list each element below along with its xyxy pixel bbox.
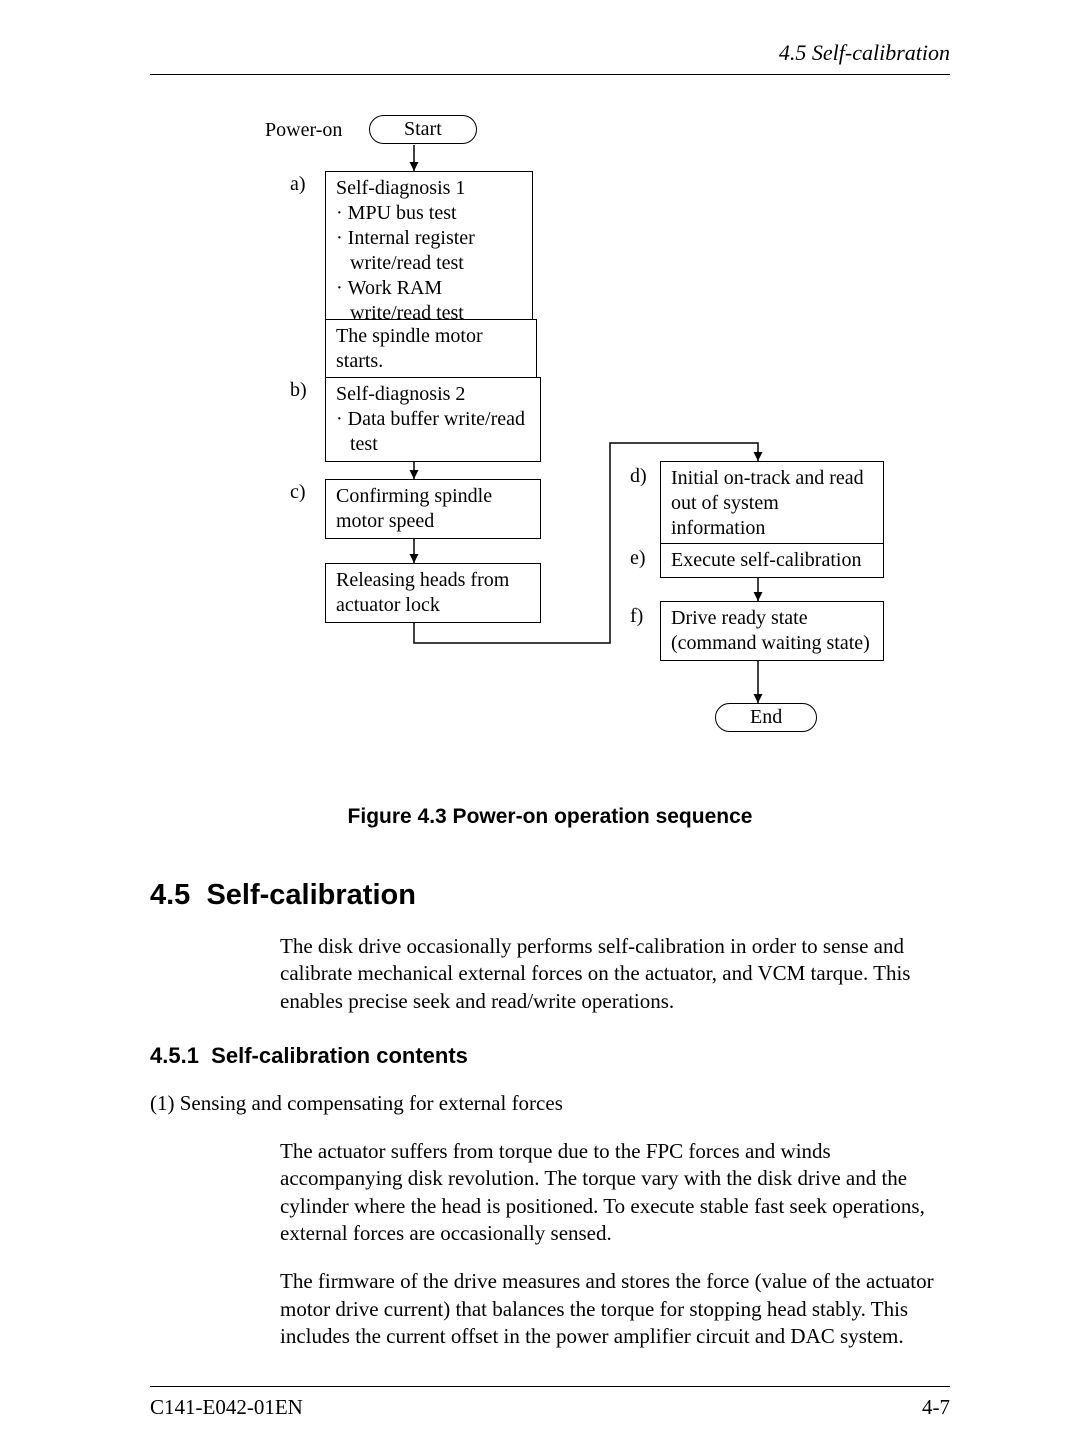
box-confirm-speed: Confirming spindle motor speed (325, 479, 541, 539)
list-item-1-title: (1) Sensing and compensating for externa… (150, 1090, 950, 1117)
list-item-1-para-2: The firmware of the drive measures and s… (280, 1268, 950, 1350)
page-footer: C141-E042-01EN 4-7 (150, 1386, 950, 1420)
label-b: b) (290, 379, 307, 402)
footer-page-number: 4-7 (922, 1395, 950, 1420)
label-f: f) (630, 605, 643, 628)
label-c: c) (290, 481, 306, 504)
label-d: d) (630, 465, 647, 488)
label-a: a) (290, 173, 306, 196)
start-terminal: Start (369, 115, 477, 144)
flowchart: Power-on Start a) Self-diagnosis 1 · MPU… (210, 115, 950, 775)
label-e: e) (630, 547, 646, 570)
section-intro-paragraph: The disk drive occasionally performs sel… (280, 933, 950, 1015)
box-release-heads: Releasing heads from actuator lock (325, 563, 541, 623)
section-heading: 4.5 Self-calibration (150, 879, 950, 912)
running-header: 4.5 Self-calibration (150, 40, 950, 75)
box-initial-ontrack: Initial on-track and read out of system … (660, 461, 884, 546)
box-self-calibration: Execute self-calibration (660, 543, 884, 578)
figure-caption: Figure 4.3 Power-on operation sequence (150, 805, 950, 829)
subsection-heading: 4.5.1 Self-calibration contents (150, 1043, 950, 1069)
box-self-diagnosis-2: Self-diagnosis 2 · Data buffer write/rea… (325, 377, 541, 462)
box-drive-ready: Drive ready state (command waiting state… (660, 601, 884, 661)
footer-doc-id: C141-E042-01EN (150, 1395, 303, 1420)
list-item-1-para-1: The actuator suffers from torque due to … (280, 1138, 950, 1247)
box-self-diagnosis-1: Self-diagnosis 1 · MPU bus test · Intern… (325, 171, 533, 331)
power-on-label: Power-on (265, 119, 342, 142)
box-spindle-starts: The spindle motor starts. (325, 319, 537, 379)
end-terminal: End (715, 703, 817, 732)
